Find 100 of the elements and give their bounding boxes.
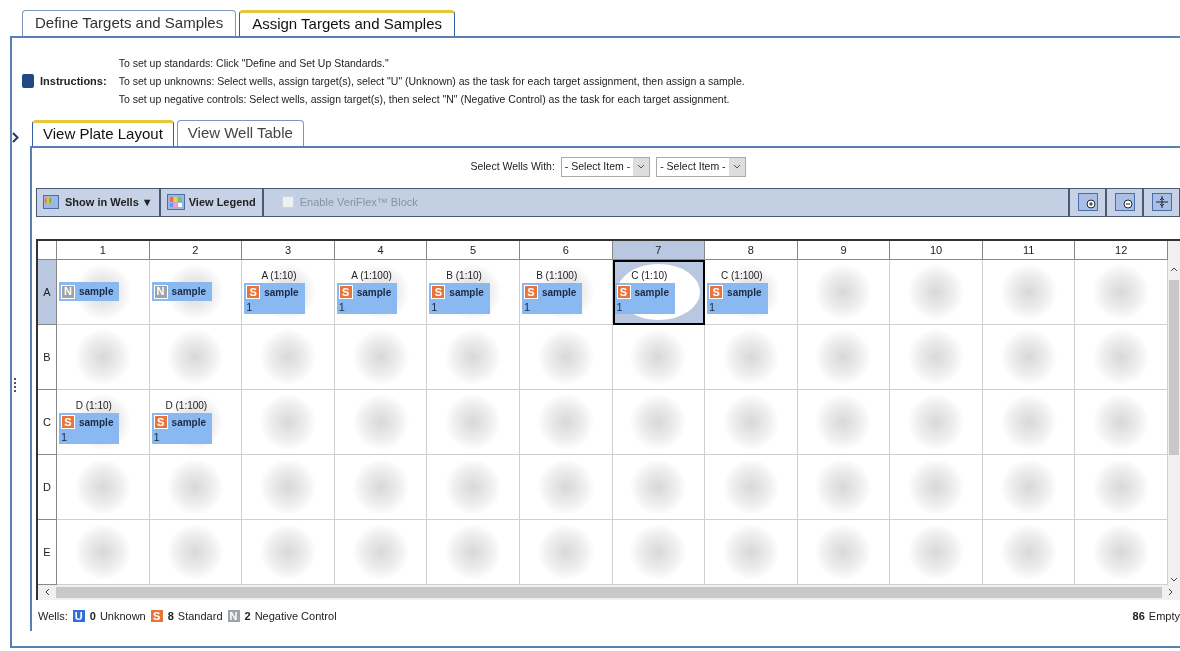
tab[interactable]: Assign Targets and Samples — [239, 10, 455, 36]
row-header[interactable]: C — [38, 389, 57, 455]
plate-well[interactable] — [242, 389, 335, 455]
column-header[interactable]: 10 — [890, 240, 983, 260]
tab[interactable]: View Plate Layout — [32, 120, 174, 146]
column-header[interactable]: 3 — [242, 240, 335, 260]
fit-to-view-button[interactable] — [1142, 188, 1179, 216]
plate-well[interactable] — [427, 324, 520, 390]
plate-well[interactable] — [705, 519, 798, 585]
plate-well[interactable] — [242, 454, 335, 520]
plate-well[interactable] — [519, 389, 613, 455]
plate-well[interactable] — [612, 389, 706, 455]
target-label: D (1:10) — [75, 400, 112, 413]
plate-well[interactable] — [890, 519, 983, 585]
quantity: 1 — [430, 301, 439, 314]
plate-well[interactable] — [334, 519, 428, 585]
plate-well[interactable]: C (1:100) S sample 1 — [705, 259, 798, 325]
plate-well[interactable] — [890, 389, 983, 455]
zoom-in-button[interactable] — [1068, 188, 1105, 216]
plate-well[interactable] — [242, 324, 335, 390]
vertical-scrollbar[interactable] — [1168, 240, 1180, 585]
plate-well[interactable] — [797, 324, 891, 390]
plate-well[interactable] — [1075, 324, 1168, 390]
target-label: A (1:10) — [261, 270, 297, 283]
plate-well[interactable] — [519, 324, 613, 390]
plate-well[interactable]: B (1:100) S sample 1 — [519, 259, 613, 325]
plate-well[interactable] — [334, 389, 428, 455]
plate-well[interactable] — [982, 454, 1076, 520]
plate-well[interactable] — [797, 454, 891, 520]
plate-well[interactable]: D (1:10) S sample 1 — [57, 389, 150, 455]
scroll-right-icon[interactable] — [1168, 588, 1174, 597]
scroll-left-icon[interactable] — [44, 588, 50, 597]
plate-well[interactable] — [982, 259, 1076, 325]
plate-well[interactable] — [890, 259, 983, 325]
zoom-out-button[interactable] — [1105, 188, 1142, 216]
tab[interactable]: Define Targets and Samples — [22, 10, 237, 36]
target-label: B (1:100) — [536, 270, 578, 283]
row-header[interactable]: B — [38, 324, 57, 390]
column-header[interactable]: 7 — [612, 240, 706, 260]
plate-well[interactable] — [612, 454, 706, 520]
scroll-down-icon[interactable] — [1170, 576, 1178, 583]
plate-well[interactable] — [427, 454, 520, 520]
column-header[interactable]: 4 — [334, 240, 428, 260]
plate-well[interactable] — [519, 519, 613, 585]
plate-well[interactable] — [1075, 454, 1168, 520]
plate-well[interactable] — [797, 259, 891, 325]
scroll-thumb[interactable] — [1169, 279, 1179, 455]
select-dropdown[interactable]: - Select Item - — [560, 156, 651, 177]
scroll-up-icon[interactable] — [1170, 265, 1178, 272]
column-header[interactable]: 6 — [519, 240, 613, 260]
column-header[interactable]: 5 — [427, 240, 520, 260]
plate-well[interactable] — [890, 454, 983, 520]
plate-well[interactable] — [57, 324, 150, 390]
column-header[interactable]: 1 — [57, 240, 150, 260]
plate-well[interactable] — [334, 324, 428, 390]
plate-well[interactable] — [797, 519, 891, 585]
column-header[interactable]: 11 — [982, 240, 1076, 260]
column-header[interactable]: 2 — [149, 240, 243, 260]
plate-well[interactable] — [57, 454, 150, 520]
plate-well[interactable] — [149, 519, 243, 585]
plate-well[interactable] — [57, 519, 150, 585]
plate-well[interactable]: A (1:10) S sample 1 — [242, 259, 335, 325]
plate-well[interactable] — [705, 324, 798, 390]
tab[interactable]: View Well Table — [176, 120, 304, 146]
plate-well[interactable] — [334, 454, 428, 520]
plate-well[interactable]: B (1:10) S sample 1 — [427, 259, 520, 325]
plate-well[interactable] — [242, 519, 335, 585]
plate-well[interactable] — [149, 454, 243, 520]
scroll-thumb[interactable] — [56, 586, 1162, 598]
plate-well[interactable] — [427, 519, 520, 585]
plate-well[interactable] — [427, 389, 520, 455]
plate-well[interactable]: N sample — [149, 259, 243, 325]
plate-well[interactable] — [705, 389, 798, 455]
expand-icon[interactable] — [11, 132, 19, 143]
plate-well[interactable] — [982, 389, 1076, 455]
plate-well[interactable] — [149, 324, 243, 390]
select-dropdown[interactable]: - Select Item - — [656, 156, 746, 177]
column-header[interactable]: 8 — [705, 240, 798, 260]
column-header[interactable]: 12 — [1075, 240, 1168, 260]
column-header[interactable]: 9 — [797, 240, 891, 260]
task-badge: S — [149, 609, 164, 624]
row-header[interactable]: E — [38, 519, 57, 585]
plate-well[interactable] — [1075, 389, 1168, 455]
plate-well[interactable]: A (1:100) S sample 1 — [334, 259, 428, 325]
plate-well[interactable] — [890, 324, 983, 390]
plate-well[interactable]: N sample — [57, 259, 150, 325]
show-in-wells-button[interactable]: Show in Wells ▼ — [37, 188, 161, 216]
view-legend-button[interactable]: View Legend — [160, 188, 264, 216]
plate-well[interactable]: D (1:100) S sample 1 — [149, 389, 243, 455]
plate-well[interactable]: C (1:10) S sample 1 — [612, 259, 706, 325]
plate-well[interactable] — [705, 454, 798, 520]
plate-well[interactable] — [519, 454, 613, 520]
plate-well[interactable] — [612, 519, 706, 585]
plate-well[interactable] — [982, 519, 1076, 585]
splitter-handle-icon[interactable] — [14, 378, 16, 392]
plate-well[interactable] — [797, 389, 891, 455]
row-header[interactable]: D — [38, 454, 57, 520]
row-header[interactable]: A — [38, 259, 57, 325]
plate-well[interactable] — [982, 324, 1076, 390]
plate-well[interactable] — [612, 324, 706, 390]
